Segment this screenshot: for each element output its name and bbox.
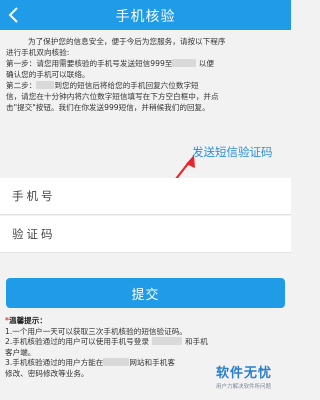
tip-item: 客户端。 <box>5 347 36 357</box>
step-one-tail: 以便 <box>198 59 214 68</box>
watermark-main: 软件无忧 <box>216 366 273 381</box>
tips-title-text: 温馨提示： <box>8 316 47 325</box>
verification-instructions: 为了保护您的信息安全，便于今后为您服务，请按以下程序 进行手机双向核验: 第一步… <box>6 36 288 113</box>
tip-text: 2.手机核验通过的用户可以使用手机号登录 <box>5 337 149 346</box>
tip-text: 和手机 <box>184 337 208 346</box>
watermark-logo: 软件无忧 用户力解决软件所问题 <box>216 360 288 394</box>
masked-number <box>172 59 197 67</box>
send-sms-code-link[interactable]: 发送短信验证码 <box>192 144 273 160</box>
step-two-cont: 信，请您在十分钟内将六位数字短信填写在下方空白框中，并点 <box>6 92 219 101</box>
phone-field <box>0 178 291 215</box>
submit-button[interactable]: 提交 <box>6 278 285 308</box>
step-one: 第一步：请您用需要核验的手机号发送短信999至 以便 <box>6 58 288 69</box>
tip-item: 1.一个用户一天可以获取三次手机核验的短信验证码。 <box>5 326 187 336</box>
watermark-sub: 用户力解决软件所问题 <box>216 384 272 390</box>
step-two: 第二步： 到您的短信后将给您的手机回复六位数字短 <box>6 80 288 91</box>
tips-title: *温馨提示： <box>5 316 287 327</box>
verification-code-input[interactable] <box>12 222 272 246</box>
intro-line: 为了保护您的信息安全，便于今后为您服务，请按以下程序 <box>28 37 226 46</box>
step-one-cont: 确认您的手机可以联络。 <box>6 70 90 79</box>
phone-input[interactable] <box>12 184 272 208</box>
page-title: 手机核验 <box>115 9 176 25</box>
masked-text <box>103 358 130 366</box>
masked-text <box>36 81 55 89</box>
intro-line: 进行手机双向核验: <box>6 48 70 57</box>
masked-text <box>151 337 182 345</box>
step-two-label: 第二步： <box>6 81 37 90</box>
step-two-cont: 击"提交"按钮。我们在你发送999短信，并稍候我们的回复。 <box>6 103 210 112</box>
title-bar: 手机核验 <box>0 0 291 30</box>
step-two-text: 到您的短信后将给您的手机回复六位数字短 <box>54 81 199 90</box>
tip-text: 3.手机核验通过的用户方能在 <box>5 358 104 367</box>
tip-text: 网站和手机客 <box>129 358 175 367</box>
tip-item: 2.手机核验通过的用户可以使用手机号登录 和手机 <box>5 337 287 348</box>
step-one-text: 第一步：请您用需要核验的手机号发送短信999至 <box>6 59 173 68</box>
code-field <box>0 216 291 253</box>
